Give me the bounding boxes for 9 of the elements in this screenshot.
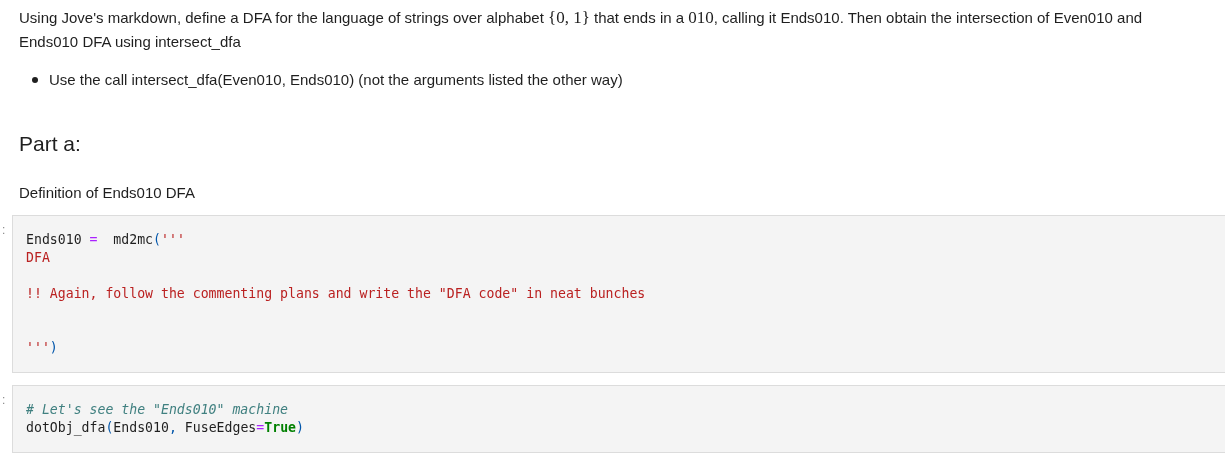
description-text: Definition of Ends010 DFA (19, 183, 196, 203)
code-text: Ends010 = md2mc(''' DFA !! Again, follow the commenting plans and write the "DFA code" in neat bunches ''') (26, 231, 646, 357)
cell-prompt: : (2, 222, 7, 239)
bullet-text: Use the call intersect_dfa(Even010, Ends010) (not the arguments listed the other way) (49, 70, 623, 90)
code-text: # Let's see the "Ends010" machine dotObj_dfa(Ends010, FuseEdges=True) (26, 401, 304, 437)
instruction-paragraph: Using Jove's markdown, define a DFA for the language of strings over alphabet {0, 1} that ends in a 010, calling it Ends010. Then obtain the intersection of Even010 and Ends010 DFA using intersect_dfa (19, 7, 1144, 52)
section-heading: Part a: (19, 131, 82, 157)
bullet-icon (32, 77, 38, 83)
cell-prompt: : (2, 392, 7, 409)
